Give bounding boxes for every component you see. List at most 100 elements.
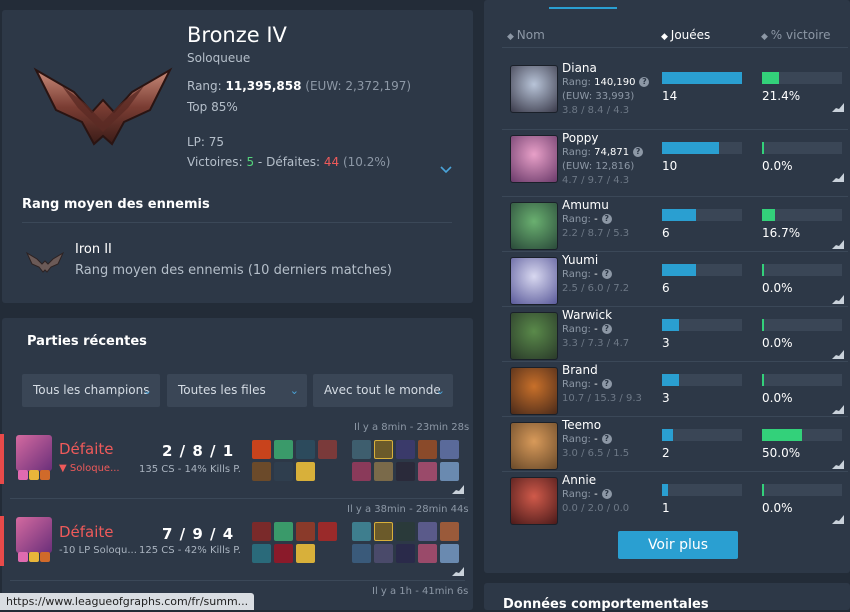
player-icon[interactable] (418, 440, 437, 459)
chevron-down-icon: ⌄ (289, 384, 299, 397)
divider (22, 222, 452, 223)
games-bar (662, 374, 742, 386)
chart-icon[interactable] (832, 459, 844, 469)
player-icon[interactable] (396, 522, 415, 541)
divider (502, 47, 848, 48)
sort-icon: ◆ (661, 32, 671, 42)
player-icon[interactable] (374, 440, 393, 459)
item-icon (274, 544, 293, 563)
player-icon[interactable] (374, 544, 393, 563)
help-icon[interactable]: ? (601, 324, 612, 334)
column-header-name-label: Nom (516, 28, 545, 42)
winrate-bar-fill (762, 484, 764, 496)
player-icon[interactable] (418, 522, 437, 541)
player-icon[interactable] (374, 522, 393, 541)
rang-label: Rang: (187, 79, 222, 93)
champion-name: Annie (562, 473, 597, 487)
player-icon[interactable] (396, 440, 415, 459)
winrate-value: 0.0% (762, 336, 793, 350)
help-icon[interactable]: ? (633, 147, 644, 157)
item-icon (252, 544, 271, 563)
defaites-value: 44 (323, 155, 340, 169)
games-bar (662, 264, 742, 276)
chart-icon[interactable] (832, 294, 844, 304)
player-icon[interactable] (352, 462, 371, 481)
player-icon[interactable] (440, 522, 459, 541)
champion-euw-rank: (EUW: 12,816) (562, 161, 635, 172)
help-icon[interactable]: ? (601, 214, 612, 224)
champion-row[interactable]: Brand Rang: -? 10.7 / 15.3 / 9.3 3 0.0% (502, 361, 848, 417)
player-icon[interactable] (418, 544, 437, 563)
player-icon[interactable] (352, 522, 371, 541)
champion-avatar (510, 202, 558, 250)
filter-players[interactable]: Avec tout le monde ⌄ (313, 374, 453, 407)
champion-row[interactable]: Diana Rang: 140,190? (EUW: 33,993) 3.8 / 8.… (502, 60, 848, 116)
champion-row[interactable]: Poppy Rang: 74,871? (EUW: 12,816) 4.7 / 9.7… (502, 129, 848, 186)
player-icon[interactable] (440, 462, 459, 481)
help-icon[interactable]: ? (639, 77, 650, 87)
winrate-value: 16.7% (762, 226, 801, 240)
champion-row[interactable]: Yuumi Rang: -? 2.5 / 6.0 / 7.2 6 0.0% (502, 251, 848, 307)
active-tab-underline (549, 7, 617, 9)
champion-row[interactable]: Warwick Rang: -? 3.3 / 7.3 / 4.7 3 0.0% (502, 306, 848, 362)
column-header-winrate[interactable]: ◆ % victoire (761, 28, 830, 42)
divider (10, 498, 465, 499)
loss-indicator (0, 434, 4, 484)
match-row[interactable]: Il y a 8min - 23min 28s Défaite 2 / 8 / … (0, 420, 474, 502)
enemy-rank-tier: Iron II (75, 242, 112, 257)
games-bar-fill (662, 72, 742, 84)
champion-name: Brand (562, 363, 598, 377)
column-header-name[interactable]: ◆ Nom (507, 28, 545, 42)
winrate-bar-fill (762, 264, 764, 276)
help-icon[interactable]: ? (601, 489, 612, 499)
iron-emblem-icon (26, 251, 64, 273)
winrate-bar (762, 72, 842, 84)
rang-label: Rang: (562, 489, 591, 500)
player-icon[interactable] (396, 544, 415, 563)
player-icon[interactable] (396, 462, 415, 481)
player-icon[interactable] (352, 440, 371, 459)
chart-icon[interactable] (832, 172, 844, 182)
match-queue: -10 LP Soloqu... (59, 545, 137, 556)
games-bar (662, 72, 742, 84)
player-icon[interactable] (374, 462, 393, 481)
rang-label: Rang: (562, 379, 591, 390)
summoner-spell-icon (29, 470, 39, 480)
column-header-played[interactable]: ◆ Jouées (661, 28, 710, 42)
games-played: 6 (662, 281, 670, 295)
rank-position: Rang: 11,395,858 (EUW: 2,372,197) (187, 79, 411, 93)
chart-icon[interactable] (832, 514, 844, 524)
chart-icon[interactable] (832, 349, 844, 359)
item-icon (252, 522, 271, 541)
player-icon[interactable] (418, 462, 437, 481)
champion-row[interactable]: Teemo Rang: -? 3.0 / 6.5 / 1.5 2 50.0% (502, 416, 848, 472)
winrate-bar (762, 142, 842, 154)
player-icon[interactable] (440, 544, 459, 563)
rang-label: Rang: (562, 269, 591, 280)
champion-rank: Rang: -? (562, 269, 612, 280)
item-icon (274, 462, 293, 481)
champion-row[interactable]: Amumu Rang: -? 2.2 / 8.7 / 5.3 6 16.7% (502, 196, 848, 252)
chevron-down-icon[interactable] (440, 166, 452, 174)
summoner-spell-icon (18, 552, 28, 562)
chart-icon[interactable] (832, 102, 844, 112)
player-icon[interactable] (440, 440, 459, 459)
chart-icon[interactable] (832, 404, 844, 414)
help-icon[interactable]: ? (601, 379, 612, 389)
winrate-bar-fill (762, 319, 764, 331)
chart-icon[interactable] (452, 566, 464, 576)
match-row[interactable]: Il y a 38min - 28min 44s Défaite 7 / 9 /… (0, 502, 474, 584)
help-icon[interactable]: ? (601, 269, 612, 279)
see-more-button[interactable]: Voir plus (618, 531, 738, 559)
match-stats: 125 CS - 42% Kills P. (139, 545, 241, 556)
champion-avatar (510, 367, 558, 415)
filter-champions[interactable]: Tous les champions ⌄ (22, 374, 160, 407)
help-icon[interactable]: ? (601, 434, 612, 444)
champion-kda: 3.3 / 7.3 / 4.7 (562, 338, 630, 349)
chart-icon[interactable] (452, 484, 464, 494)
filter-queues[interactable]: Toutes les files ⌄ (167, 374, 307, 407)
champion-row[interactable]: Annie Rang: -? 0.0 / 2.0 / 0.0 1 0.0% (502, 471, 848, 527)
player-icon[interactable] (352, 544, 371, 563)
champion-rank-value: - (594, 324, 598, 335)
chart-icon[interactable] (832, 239, 844, 249)
